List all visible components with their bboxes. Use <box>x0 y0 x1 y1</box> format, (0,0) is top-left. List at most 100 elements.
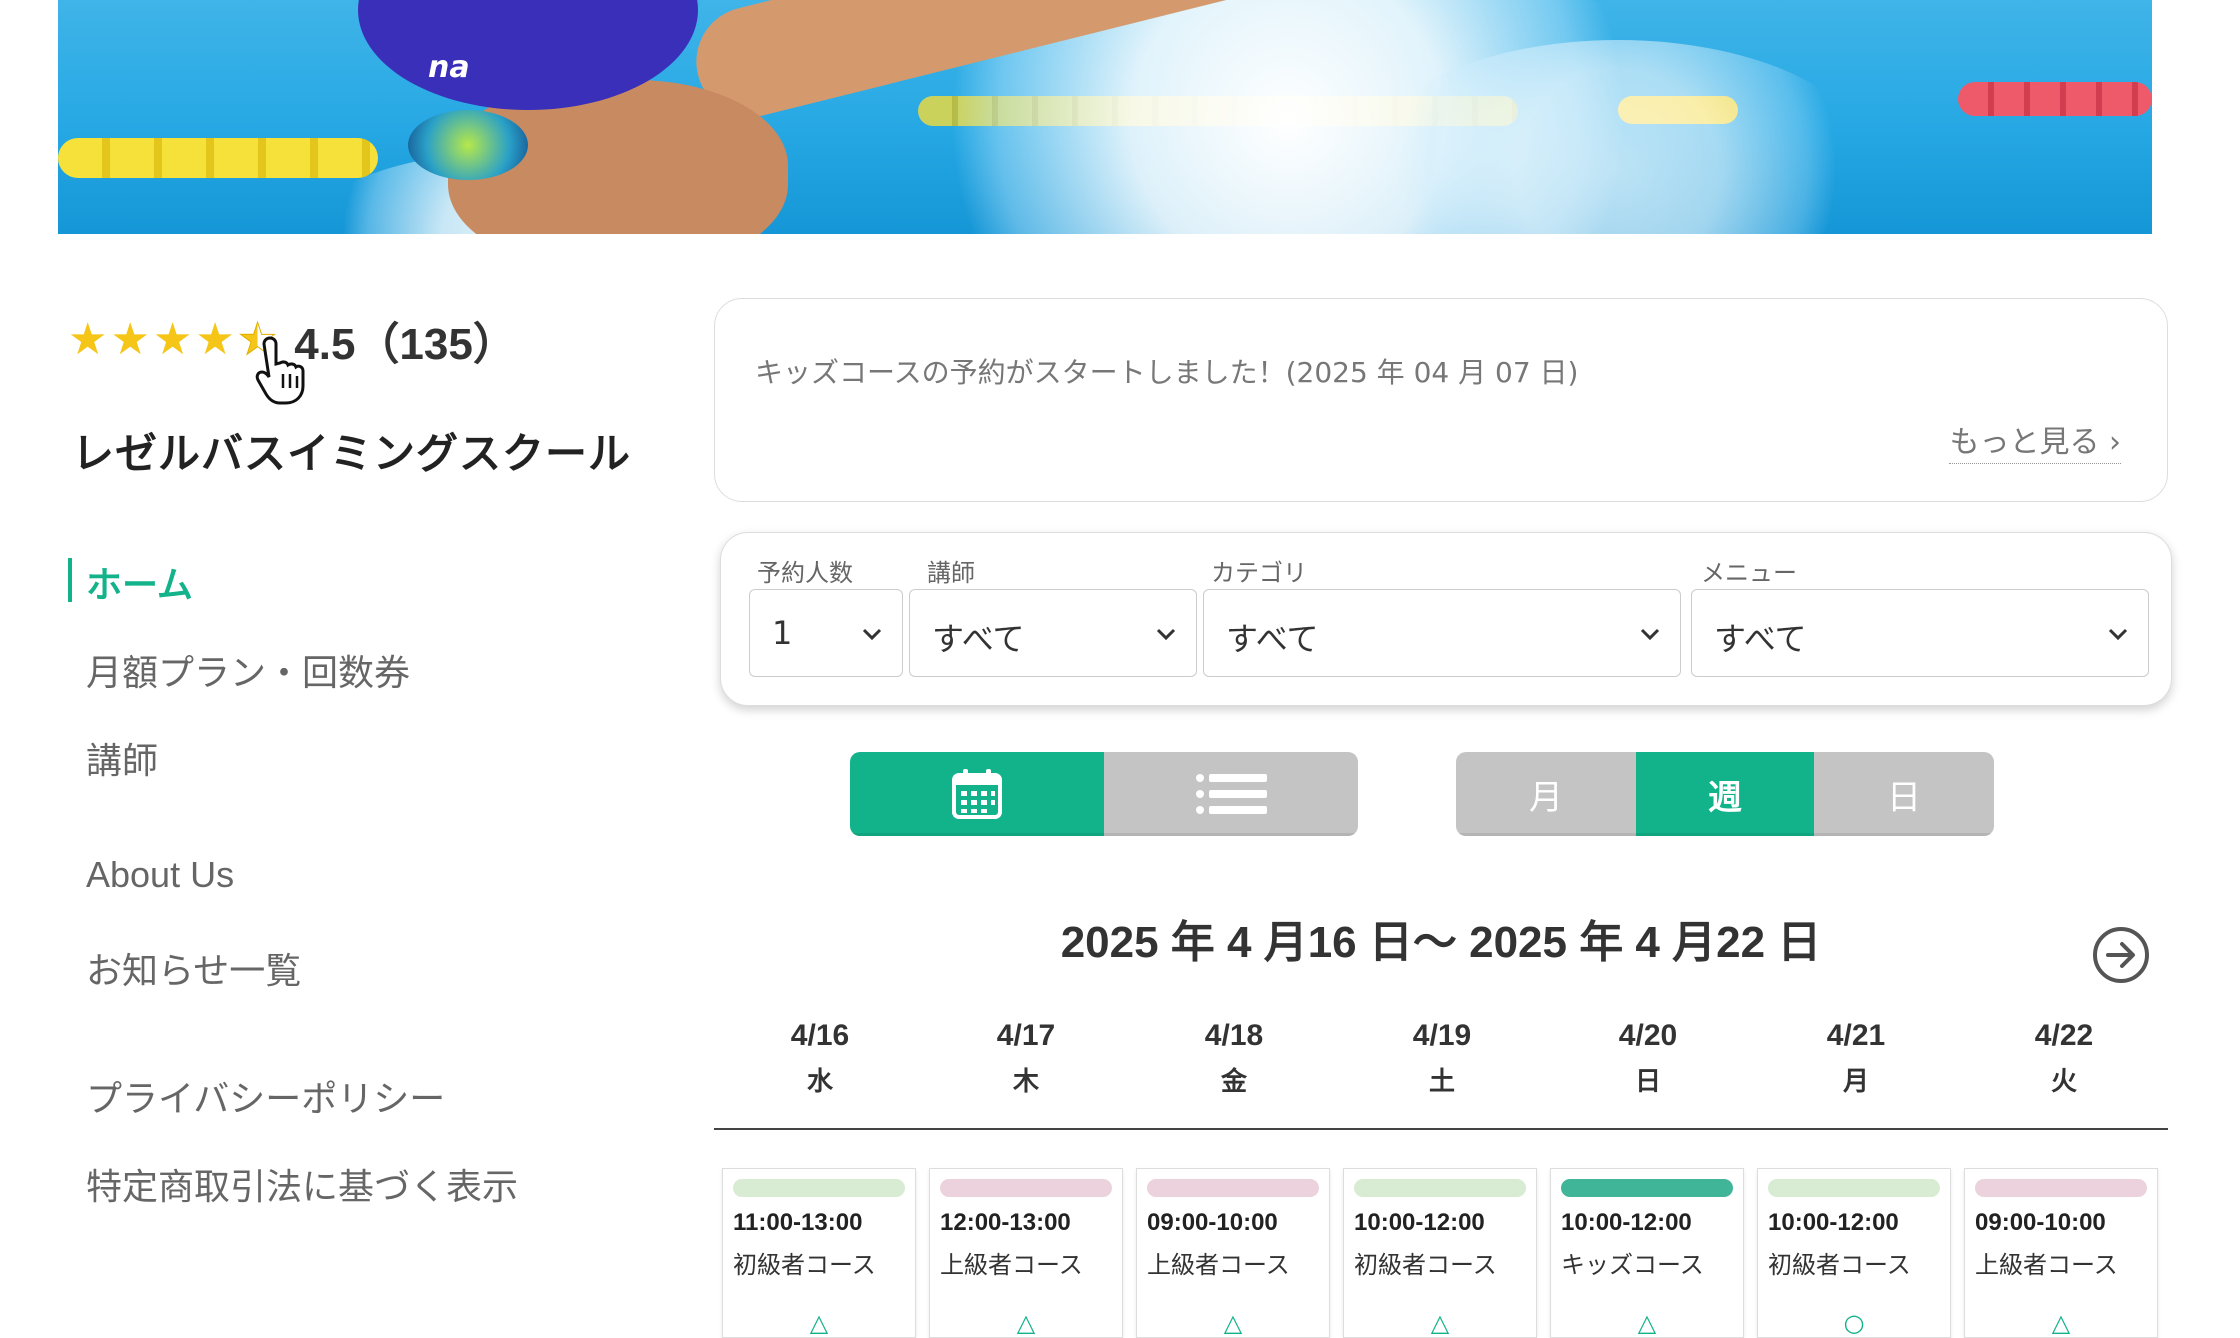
calendar-divider <box>714 1128 2168 1130</box>
menu-value: すべて <box>1714 620 1807 658</box>
day-date: 4/21 <box>1826 1019 1886 1052</box>
day-weekday: 月 <box>1842 1067 1869 1097</box>
hero-image: na <box>58 0 2152 234</box>
availability-mark: △ <box>1016 1309 1036 1337</box>
category-bar <box>1768 1179 1940 1197</box>
lesson-card[interactable]: 09:00-10:00 上級者コース △ <box>1964 1168 2158 1338</box>
period-toggle: 月 週 日 <box>1456 752 1994 836</box>
day-header: 4/18 金 <box>1134 1016 1334 1102</box>
nav-tokusho[interactable]: 特定商取引法に基づく表示 <box>86 1158 518 1210</box>
availability-mark: △ <box>1430 1309 1450 1337</box>
lesson-card[interactable]: 12:00-13:00 上級者コース △ <box>929 1168 1123 1338</box>
rating-stars[interactable]: ★ ★ ★ ★ ★ <box>68 314 280 365</box>
lane-rope-red <box>1958 82 2152 116</box>
nav-instructors[interactable]: 講師 <box>86 732 158 784</box>
more-link[interactable]: もっと見る › <box>1949 417 2121 464</box>
lesson-time: 12:00-13:00 <box>940 1209 1071 1236</box>
star-icon: ★ <box>68 314 108 365</box>
category-select[interactable]: すべて <box>1203 589 1681 677</box>
nav-active-indicator <box>68 558 72 602</box>
day-header: 4/22 火 <box>1964 1016 2164 1102</box>
nav-news[interactable]: お知らせ一覧 <box>86 942 301 994</box>
cap-logo: na <box>428 50 470 85</box>
calendar-view-button[interactable] <box>850 752 1104 836</box>
tab-month[interactable]: 月 <box>1456 752 1636 836</box>
lesson-time: 10:00-12:00 <box>1354 1209 1485 1236</box>
view-toggle <box>850 752 1358 836</box>
category-label: カテゴリ <box>1211 559 1307 587</box>
day-weekday: 木 <box>1012 1067 1039 1097</box>
people-select[interactable]: 1 <box>749 589 903 677</box>
day-date: 4/19 <box>1412 1019 1472 1052</box>
lesson-course: 初級者コース <box>1768 1251 1911 1279</box>
lesson-time: 09:00-10:00 <box>1147 1209 1278 1236</box>
date-range-title: 2025 年 4 月16 日〜 2025 年 4 月22 日 <box>1060 918 1822 967</box>
lesson-course: 初級者コース <box>733 1251 876 1279</box>
nav-monthly-plan[interactable]: 月額プラン・回数券 <box>86 644 410 696</box>
nav-privacy-policy[interactable]: プライバシーポリシー <box>86 1070 445 1122</box>
category-value: すべて <box>1226 620 1319 658</box>
star-icon: ★ <box>195 314 235 365</box>
category-bar <box>1354 1179 1526 1197</box>
day-weekday: 金 <box>1220 1067 1247 1097</box>
lane-rope-yellow <box>58 138 378 178</box>
lesson-course: 上級者コース <box>1975 1251 2118 1279</box>
filter-panel: 予約人数 1 講師 すべて カテゴリ すべて メニュー すべて <box>720 532 2172 706</box>
menu-label: メニュー <box>1701 559 1797 587</box>
availability-mark: △ <box>1223 1309 1243 1337</box>
menu-select[interactable]: すべて <box>1691 589 2149 677</box>
calendar-icon <box>952 769 1002 819</box>
lesson-course: 初級者コース <box>1354 1251 1497 1279</box>
category-bar <box>1147 1179 1319 1197</box>
lesson-time: 10:00-12:00 <box>1561 1209 1692 1236</box>
lesson-course: キッズコース <box>1561 1251 1704 1279</box>
chevron-down-icon <box>862 628 882 641</box>
notice-text[interactable]: キッズコースの予約がスタートしました！(2025 年 04 月 07 日) <box>755 351 1578 391</box>
instructor-select[interactable]: すべて <box>909 589 1197 677</box>
category-bar <box>1975 1179 2147 1197</box>
notice-box: キッズコースの予約がスタートしました！(2025 年 04 月 07 日) もっ… <box>714 298 2168 502</box>
day-header: 4/16 水 <box>720 1016 920 1102</box>
day-date: 4/18 <box>1204 1019 1264 1052</box>
lesson-card[interactable]: 09:00-10:00 上級者コース △ <box>1136 1168 1330 1338</box>
lesson-course: 上級者コース <box>1147 1251 1290 1279</box>
lesson-card[interactable]: 10:00-12:00 キッズコース △ <box>1550 1168 1744 1338</box>
star-icon: ★ <box>152 314 193 365</box>
category-bar <box>940 1179 1112 1197</box>
list-view-button[interactable] <box>1104 752 1358 836</box>
rating-text: 4.5（135） <box>294 320 517 369</box>
instructor-label: 講師 <box>927 559 975 587</box>
day-weekday: 土 <box>1428 1067 1455 1097</box>
availability-mark: △ <box>2051 1309 2071 1337</box>
lesson-time: 11:00-13:00 <box>733 1209 863 1236</box>
next-week-arrow-icon[interactable] <box>2092 926 2150 984</box>
day-date: 4/20 <box>1618 1019 1678 1052</box>
tab-month-label: 月 <box>1529 777 1563 818</box>
day-header: 4/19 土 <box>1342 1016 1542 1102</box>
nav-home[interactable]: ホーム <box>86 556 193 608</box>
nav-about-us[interactable]: About Us <box>86 854 234 896</box>
day-header: 4/17 木 <box>926 1016 1126 1102</box>
availability-mark: △ <box>809 1309 829 1337</box>
tab-day[interactable]: 日 <box>1814 752 1994 836</box>
availability-mark: ○ <box>1843 1309 1865 1337</box>
chevron-down-icon <box>2108 628 2128 641</box>
lesson-card[interactable]: 10:00-12:00 初級者コース ○ <box>1757 1168 1951 1338</box>
lesson-course: 上級者コース <box>940 1251 1083 1279</box>
list-icon <box>1196 774 1267 814</box>
chevron-down-icon <box>1640 628 1660 641</box>
lesson-card[interactable]: 11:00-13:00 初級者コース △ <box>722 1168 916 1338</box>
lesson-time: 09:00-10:00 <box>1975 1209 2106 1236</box>
day-weekday: 日 <box>1634 1067 1661 1097</box>
lesson-time: 10:00-12:00 <box>1768 1209 1899 1236</box>
tab-day-label: 日 <box>1887 777 1921 818</box>
tab-week[interactable]: 週 <box>1636 752 1814 836</box>
star-icon: ★ <box>110 314 150 365</box>
people-value: 1 <box>772 614 793 652</box>
instructor-value: すべて <box>932 620 1025 658</box>
chevron-down-icon <box>1156 628 1176 641</box>
lesson-card[interactable]: 10:00-12:00 初級者コース △ <box>1343 1168 1537 1338</box>
day-header: 4/20 日 <box>1548 1016 1748 1102</box>
day-weekday: 火 <box>2050 1067 2077 1097</box>
day-date: 4/16 <box>790 1019 850 1052</box>
